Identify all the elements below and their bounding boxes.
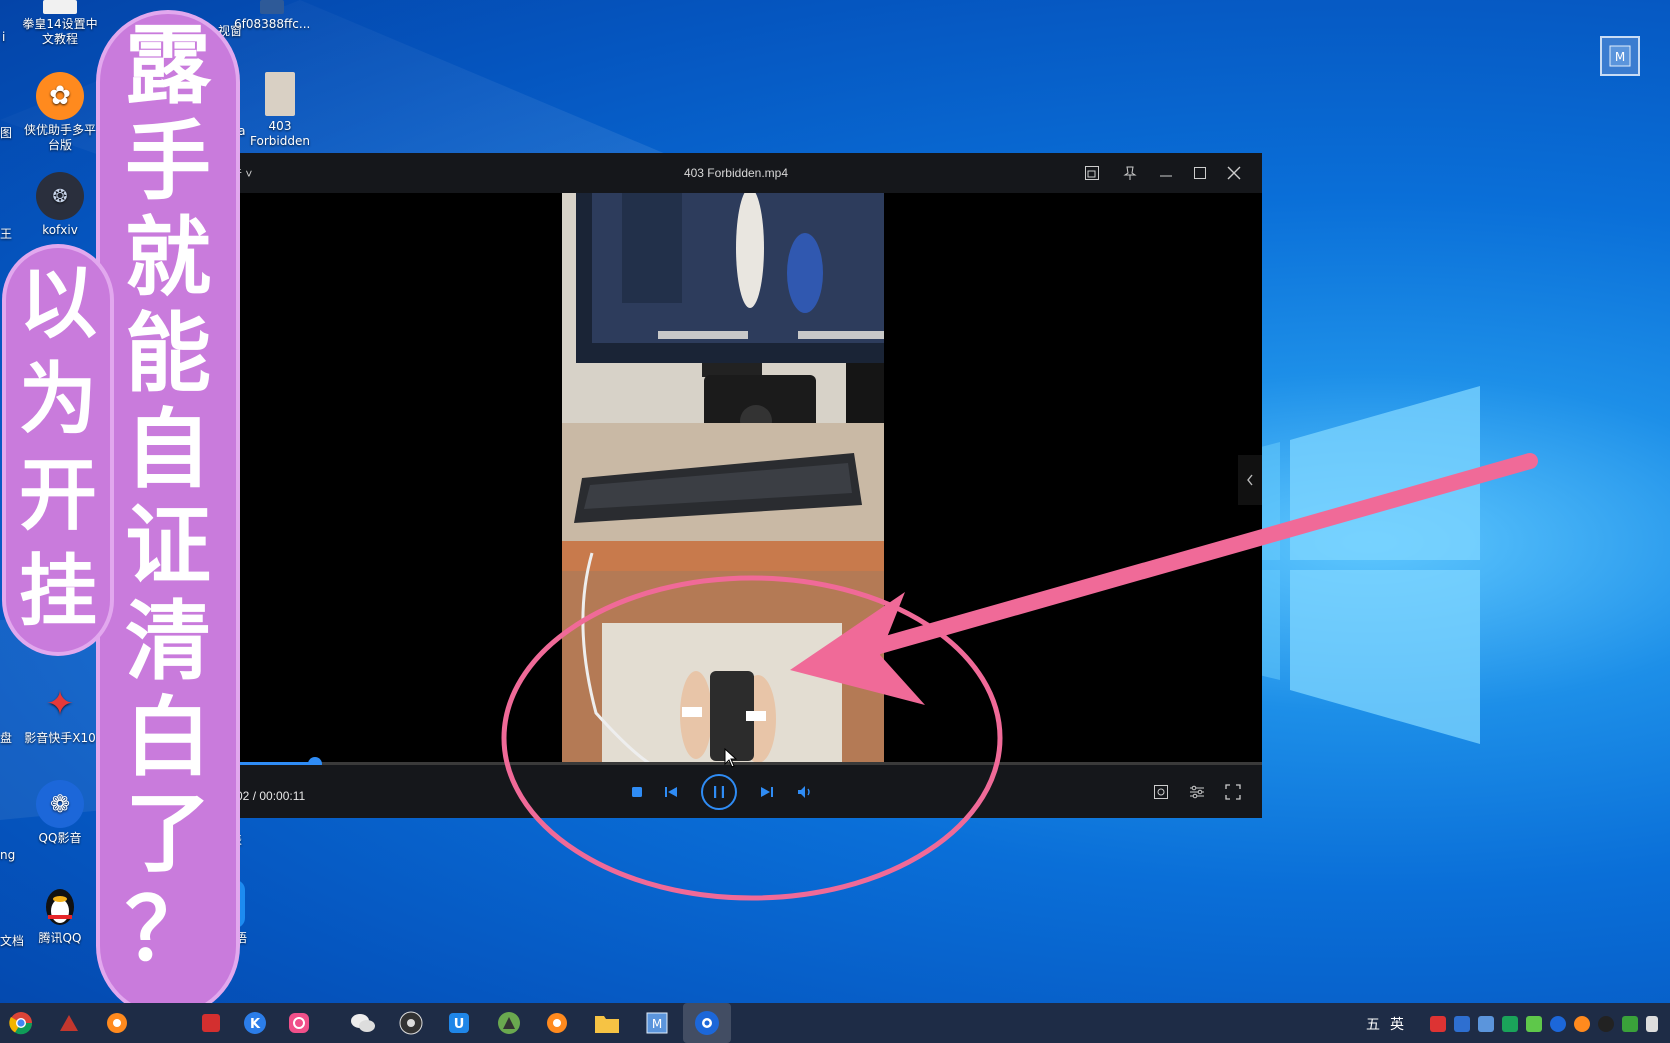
taskbar-wechat[interactable] xyxy=(348,1009,378,1037)
k-app-icon: K xyxy=(244,1012,266,1034)
caption-character: 为 xyxy=(18,355,97,445)
taskbar-k-app[interactable]: K xyxy=(240,1009,270,1037)
caption-right-column: 露手就能自证清白了？ xyxy=(104,18,232,978)
pointer-arrow-head xyxy=(790,592,925,705)
taskbar: K U M 五 英 xyxy=(0,1003,1670,1043)
mouse-cursor-icon xyxy=(724,748,738,768)
folder-icon xyxy=(595,1016,619,1033)
taskbar-m-app[interactable]: M xyxy=(642,1009,672,1037)
caption-character: 白 xyxy=(125,688,211,788)
svg-text:U: U xyxy=(454,1017,465,1032)
caption-character: 手 xyxy=(125,112,211,212)
taskbar-obs[interactable] xyxy=(396,1009,426,1037)
caption-character: 证 xyxy=(125,496,211,596)
green-app-icon xyxy=(498,1012,520,1034)
caption-character: 开 xyxy=(18,451,97,541)
app-m-icon: M xyxy=(646,1012,668,1034)
tray-shield-icon[interactable] xyxy=(1454,1016,1470,1032)
taskbar-xiayou[interactable] xyxy=(102,1009,132,1037)
ime-mode-indicator[interactable]: 五 xyxy=(1366,1014,1380,1034)
caption-left-column: 以为开挂 xyxy=(10,256,106,640)
tray-green-app-icon[interactable] xyxy=(1502,1016,1518,1032)
tray-app-m-icon[interactable] xyxy=(1478,1016,1494,1032)
taskbar-pink-app[interactable] xyxy=(284,1009,314,1037)
game-icon xyxy=(60,1015,78,1031)
taskbar-file-explorer[interactable] xyxy=(592,1009,622,1037)
taskbar-game[interactable] xyxy=(54,1009,84,1037)
tray-volume-icon[interactable] xyxy=(1646,1016,1658,1032)
qqplayer-icon xyxy=(695,1011,719,1035)
caption-character: 以 xyxy=(18,259,97,349)
tray-qq-icon[interactable] xyxy=(1598,1016,1614,1032)
taskbar-chrome[interactable] xyxy=(6,1009,36,1037)
taskbar-red-app[interactable] xyxy=(196,1009,226,1037)
caption-character: 露 xyxy=(125,16,211,116)
orange-swirl-icon xyxy=(547,1013,567,1033)
taskbar-u-app[interactable]: U xyxy=(444,1009,474,1037)
ime-language-indicator[interactable]: 英 xyxy=(1390,1014,1404,1034)
taskbar-green-app[interactable] xyxy=(494,1009,524,1037)
red-app-icon xyxy=(202,1014,220,1032)
pointer-arrow-shaft xyxy=(822,453,1538,668)
obs-icon xyxy=(399,1011,423,1035)
u-app-icon: U xyxy=(449,1013,469,1033)
tray-qqplayer-icon[interactable] xyxy=(1550,1016,1566,1032)
tray-obs-icon[interactable] xyxy=(1430,1016,1446,1032)
tray-xiayou-icon[interactable] xyxy=(1574,1016,1590,1032)
taskbar-xiayou-2[interactable] xyxy=(542,1009,572,1037)
tray-wechat-icon[interactable] xyxy=(1526,1016,1542,1032)
chrome-icon xyxy=(9,1012,33,1035)
annotation-overlay xyxy=(501,453,1538,901)
caption-character: ？ xyxy=(125,880,211,980)
caption-character: 能 xyxy=(125,304,211,404)
orange-swirl-icon xyxy=(107,1013,127,1033)
caption-character: 清 xyxy=(125,592,211,692)
pink-app-icon xyxy=(289,1013,309,1033)
wechat-icon xyxy=(351,1014,375,1032)
caption-character: 就 xyxy=(125,208,211,308)
caption-character: 挂 xyxy=(18,547,97,637)
caption-character: 自 xyxy=(125,400,211,500)
taskbar-qq-player[interactable] xyxy=(683,1003,731,1043)
svg-text:K: K xyxy=(250,1017,261,1032)
svg-text:M: M xyxy=(652,1017,662,1031)
caption-character: 了 xyxy=(125,784,211,884)
tray-network-icon[interactable] xyxy=(1622,1016,1638,1032)
